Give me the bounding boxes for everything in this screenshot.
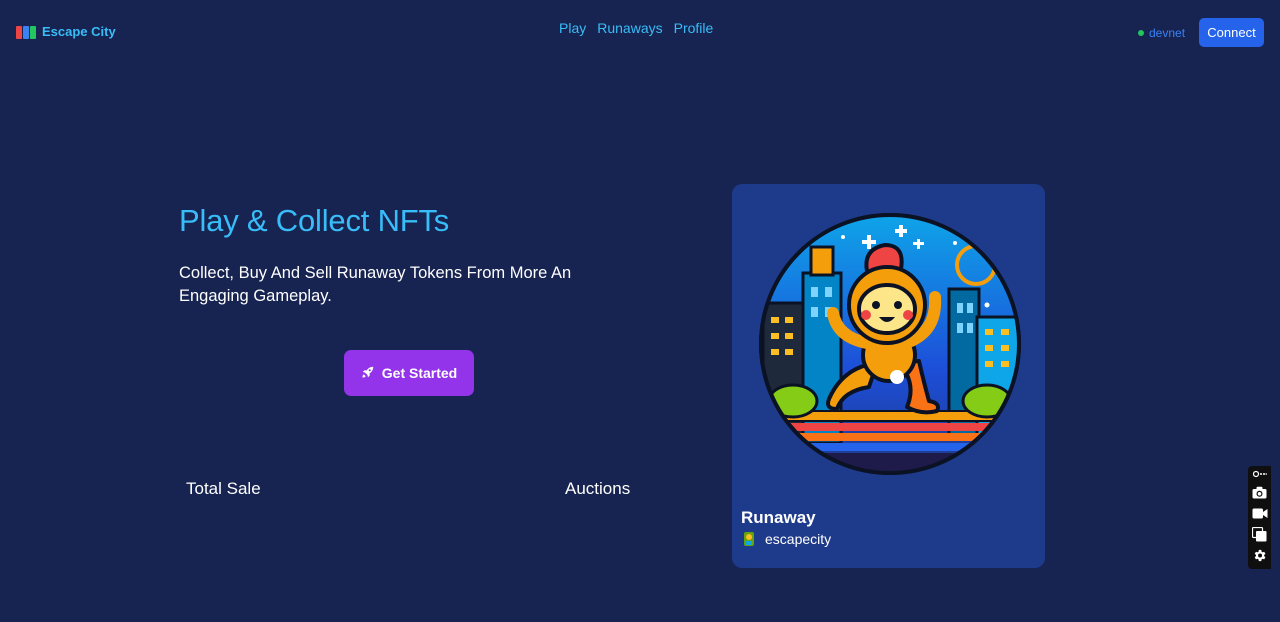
get-started-label: Get Started: [381, 365, 458, 381]
nav-play[interactable]: Play: [559, 20, 586, 36]
brand-name[interactable]: Escape City: [42, 24, 116, 39]
rocket-icon: [361, 365, 375, 382]
floating-toolbar: [1248, 466, 1271, 569]
video-icon[interactable]: [1252, 505, 1268, 521]
nav-runaways[interactable]: Runaways: [597, 20, 662, 36]
status-dot-icon: [1138, 30, 1144, 36]
building-blocks-icon: [16, 25, 36, 39]
auctions-label: Auctions: [565, 479, 631, 498]
brand[interactable]: Escape City: [16, 24, 116, 39]
owner-name: escapecity: [765, 531, 832, 547]
hero-subtitle: Collect, Buy And Sell Runaway Tokens Fro…: [179, 264, 572, 305]
runaway-nft-image: [759, 213, 1021, 475]
hero-title: Play & Collect NFTs: [179, 203, 450, 238]
avatar: [744, 532, 754, 546]
connect-button[interactable]: Connect: [1199, 18, 1264, 47]
total-sale-label: Total Sale: [186, 479, 261, 498]
nav-profile[interactable]: Profile: [674, 20, 714, 36]
network-indicator: devnet: [1138, 26, 1185, 40]
copy-icon[interactable]: [1252, 526, 1268, 542]
nft-owner[interactable]: escapecity: [742, 531, 831, 547]
top-navbar: Escape City Play Runaways Profile devnet…: [0, 0, 1280, 64]
camera-icon[interactable]: [1252, 484, 1268, 500]
nft-title: Runaway: [741, 508, 816, 527]
network-label: devnet: [1149, 26, 1186, 40]
nft-card[interactable]: Runaway escapecity: [732, 184, 1045, 568]
get-started-button[interactable]: Get Started: [344, 350, 474, 396]
settings-icon[interactable]: [1252, 547, 1268, 563]
screenshot-icon[interactable]: [1252, 469, 1268, 479]
main-nav: Play Runaways Profile: [559, 20, 713, 36]
